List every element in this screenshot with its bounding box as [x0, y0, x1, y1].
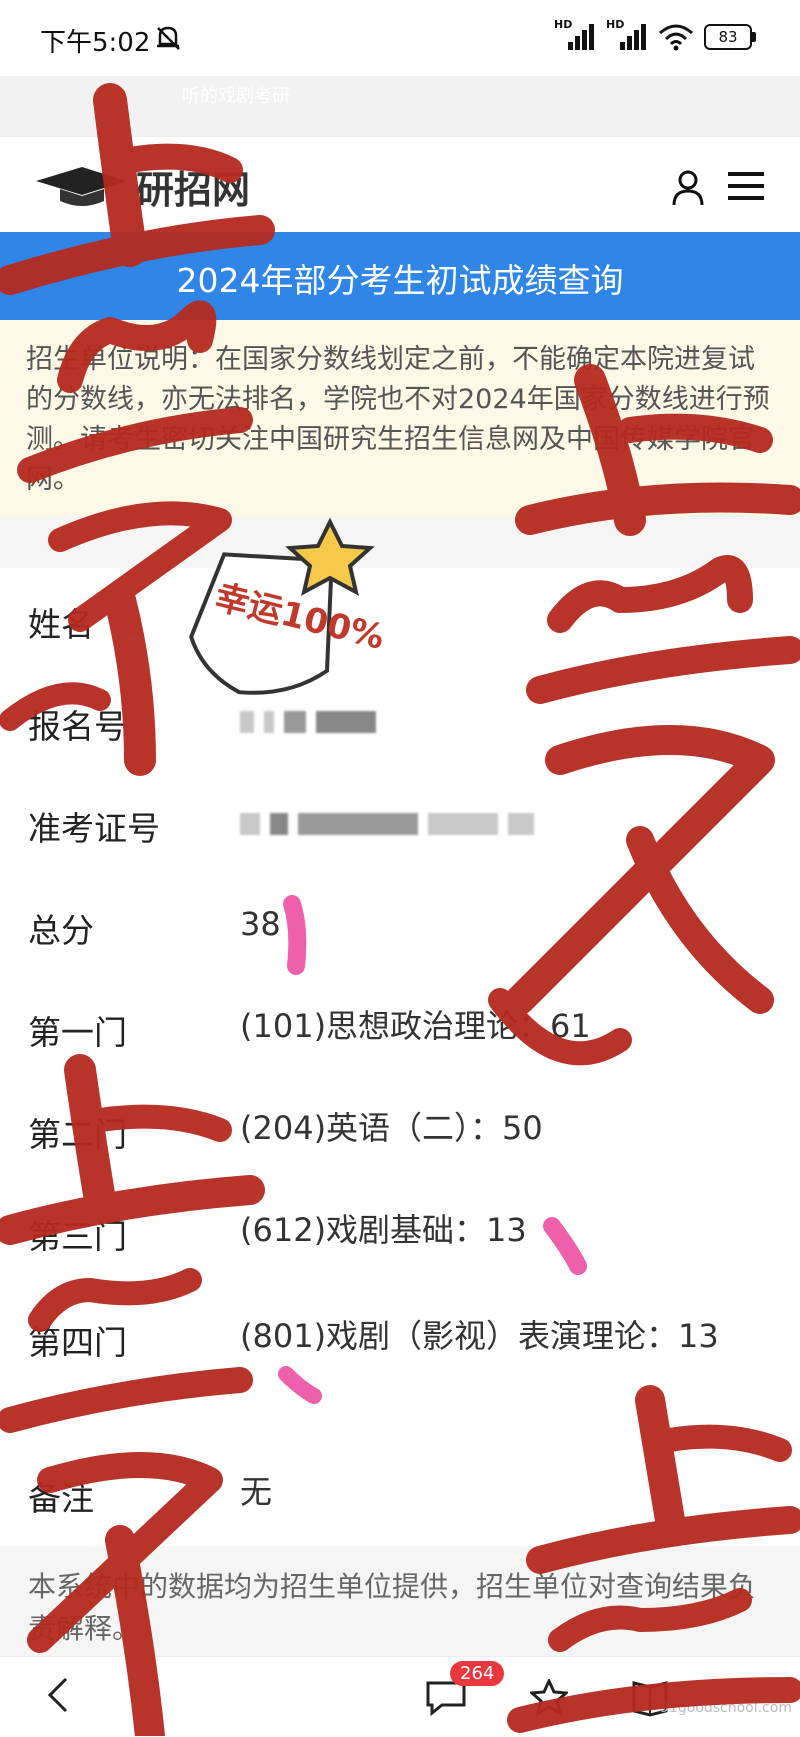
row-label: 备注: [28, 1479, 94, 1518]
mute-bell-icon: [157, 26, 180, 50]
star-icon[interactable]: [530, 1679, 568, 1715]
row-value: (101)思想政治理论：61: [240, 1007, 591, 1045]
band-caption: 听的戏剧考研: [182, 86, 290, 107]
table-row: 第一门 (101)思想政治理论：61: [0, 976, 800, 1079]
watermark: 91goodschool.com: [660, 1700, 792, 1716]
site-logo[interactable]: 研招网: [36, 159, 250, 214]
row-label: 总分: [28, 911, 94, 950]
footnote-text: 本系统中的数据均为招生单位提供，招生单位对查询结果负责解释。: [28, 1570, 757, 1645]
user-icon[interactable]: [668, 167, 708, 207]
wifi-icon: [659, 24, 693, 51]
table-row: 备注 无: [0, 1438, 800, 1547]
row-label: 第三门: [28, 1217, 127, 1256]
menu-icon[interactable]: [726, 169, 766, 203]
signal-icon: HD: [606, 18, 648, 52]
hd-label: HD: [554, 18, 573, 31]
row-label: 第四门: [28, 1323, 127, 1362]
section-divider: [0, 516, 800, 568]
hd-label: HD: [606, 18, 625, 31]
row-value: 无: [240, 1473, 273, 1511]
notice-text: 招生单位说明：在国家分数线划定之前，不能确定本院进复试的分数线，亦无法排名，学院…: [26, 344, 770, 495]
table-row: 总分 38: [0, 874, 800, 977]
bottom-nav: 264 1: [0, 1656, 800, 1737]
site-header: 研招网: [0, 136, 800, 233]
redacted-value: [240, 696, 760, 744]
row-label: 第二门: [28, 1115, 127, 1154]
status-bar: 下午5:02 HD HD 83: [0, 0, 800, 76]
table-row: 第四门 (801)戏剧（影视）表演理论：13: [0, 1282, 800, 1439]
row-value: 38: [240, 905, 281, 943]
row-label: 报名号: [28, 707, 127, 746]
table-row: 姓名: [0, 568, 800, 671]
row-label: 准考证号: [28, 809, 160, 848]
row-label: 第一门: [28, 1013, 127, 1052]
footnote-box: 本系统中的数据均为招生单位提供，招生单位对查询结果负责解释。: [0, 1546, 800, 1656]
table-row: 准考证号: [0, 772, 800, 875]
redacted-value: [240, 798, 760, 846]
graduation-cap-icon: [36, 166, 126, 206]
row-value: (612)戏剧基础：13: [240, 1211, 527, 1249]
battery-icon: 83: [704, 24, 756, 50]
top-band: [0, 76, 800, 136]
notice-box: 招生单位说明：在国家分数线划定之前，不能确定本院进复试的分数线，亦无法排名，学院…: [0, 320, 800, 516]
page-title-bar: 2024年部分考生初试成绩查询: [0, 232, 800, 320]
back-icon[interactable]: [40, 1675, 76, 1715]
row-value: (204)英语（二）：50: [240, 1109, 543, 1147]
table-row: 报名号: [0, 670, 800, 773]
comment-count-badge: 264: [450, 1661, 505, 1686]
signal-icon: HD: [554, 18, 596, 52]
row-label: 姓名: [28, 605, 94, 644]
row-value: (801)戏剧（影视）表演理论：13: [240, 1317, 719, 1355]
logo-text: 研招网: [136, 167, 251, 212]
page-title: 2024年部分考生初试成绩查询: [176, 261, 624, 300]
status-time: 下午5:02: [40, 28, 151, 58]
book-count: 1: [646, 1692, 654, 1706]
table-row: 第三门 (612)戏剧基础：13: [0, 1180, 800, 1283]
table-row: 第二门 (204)英语（二）：50: [0, 1078, 800, 1181]
